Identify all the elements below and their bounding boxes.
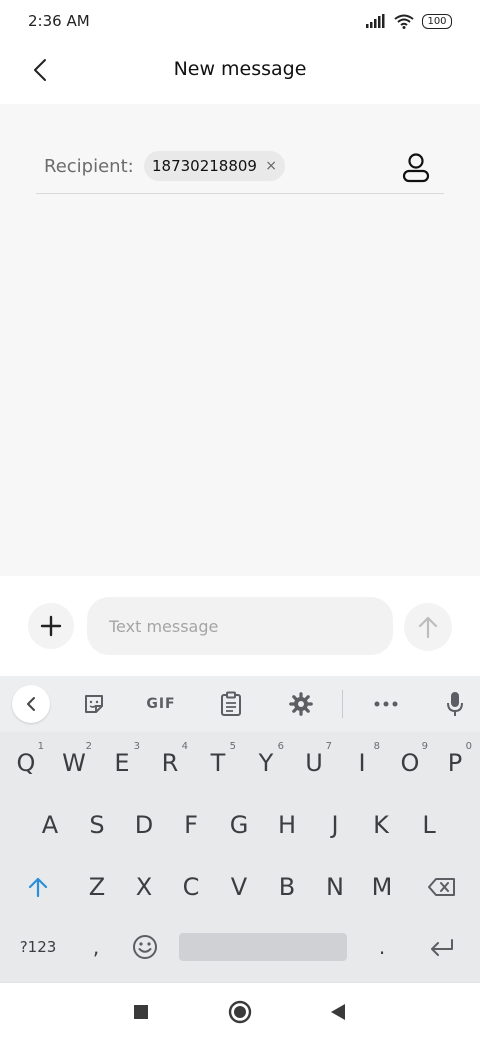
key-q[interactable]: Q1 <box>2 736 50 790</box>
conversation-area: Recipient: 18730218809 × <box>0 104 480 576</box>
app-header: New message <box>0 42 480 104</box>
key-j[interactable]: J <box>311 798 359 852</box>
composer <box>0 576 480 676</box>
emoji-key[interactable] <box>122 920 168 974</box>
remove-recipient-icon[interactable]: × <box>265 156 277 176</box>
space-bar[interactable] <box>179 933 347 961</box>
keyboard-row-2: A S D F G H J K L <box>0 798 480 852</box>
arrow-up-icon <box>418 616 438 639</box>
keyboard-toolbar: GIF <box>0 676 480 732</box>
square-icon <box>134 1005 148 1019</box>
key-l[interactable]: L <box>405 798 453 852</box>
contacts-button[interactable] <box>400 150 432 186</box>
key-m[interactable]: M <box>358 860 406 914</box>
keyboard-row-4: ?123 , . <box>0 920 480 974</box>
key-i[interactable]: I8 <box>338 736 386 790</box>
status-icons: 100 <box>366 12 452 30</box>
key-v[interactable]: V <box>215 860 263 914</box>
gear-icon <box>289 692 313 716</box>
key-x[interactable]: X <box>120 860 168 914</box>
toolbar-divider <box>342 690 343 718</box>
sticker-button[interactable] <box>75 686 113 722</box>
system-back-button[interactable] <box>321 995 355 1029</box>
enter-icon <box>431 939 453 956</box>
recipient-label: Recipient: <box>44 156 134 177</box>
shift-arrow-icon <box>28 877 48 898</box>
clipboard-button[interactable] <box>212 686 250 722</box>
recipient-row[interactable]: Recipient: 18730218809 × <box>36 146 444 194</box>
status-bar: 2:36 AM 100 <box>0 0 480 42</box>
keyboard-row-3: Z X C V B N M <box>0 860 480 914</box>
wifi-icon <box>394 14 414 29</box>
key-u[interactable]: U7 <box>290 736 338 790</box>
signal-icon <box>366 14 385 28</box>
key-a[interactable]: A <box>26 798 74 852</box>
more-horizontal-icon <box>374 701 398 707</box>
home-button[interactable] <box>223 995 257 1029</box>
plus-icon <box>40 615 62 637</box>
keyboard-row-1: Q1 W2 E3 R4 T5 Y6 U7 I8 O9 P0 <box>0 736 480 790</box>
microphone-icon <box>447 692 463 716</box>
battery-level: 100 <box>427 15 447 27</box>
keyboard: GIF Q 1 W 2 E 3 R 4 T 5 Y 6 U 7 I 8 O 9 … <box>0 676 480 982</box>
key-w[interactable]: W2 <box>50 736 98 790</box>
key-s[interactable]: S <box>73 798 121 852</box>
key-r[interactable]: R4 <box>146 736 194 790</box>
sticker-icon <box>85 695 103 713</box>
home-circle-icon <box>228 1000 252 1024</box>
recipient-number: 18730218809 <box>152 157 257 175</box>
comma-key[interactable]: , <box>74 920 118 974</box>
shift-key[interactable] <box>12 860 64 914</box>
key-o[interactable]: O9 <box>386 736 434 790</box>
key-h[interactable]: H <box>263 798 311 852</box>
keyboard-collapse-button[interactable] <box>12 685 50 723</box>
backspace-icon <box>428 878 455 896</box>
battery-icon: 100 <box>422 13 452 29</box>
recipient-chip[interactable]: 18730218809 × <box>144 151 285 181</box>
more-options-button[interactable] <box>367 686 405 722</box>
page-title: New message <box>173 58 307 80</box>
key-y[interactable]: Y6 <box>242 736 290 790</box>
chevron-left-icon <box>27 697 35 711</box>
send-button[interactable] <box>404 603 452 651</box>
key-g[interactable]: G <box>215 798 263 852</box>
keyboard-settings-button[interactable] <box>282 686 320 722</box>
key-n[interactable]: N <box>311 860 359 914</box>
voice-input-button[interactable] <box>436 686 474 722</box>
period-key[interactable]: . <box>360 920 404 974</box>
navigation-bar <box>0 982 480 1040</box>
key-d[interactable]: D <box>120 798 168 852</box>
key-z[interactable]: Z <box>73 860 121 914</box>
key-t[interactable]: T5 <box>194 736 242 790</box>
key-b[interactable]: B <box>263 860 311 914</box>
enter-key[interactable] <box>416 920 468 974</box>
emoji-icon <box>133 935 157 959</box>
clipboard-icon <box>221 691 241 716</box>
status-time: 2:36 AM <box>28 12 90 30</box>
key-c[interactable]: C <box>167 860 215 914</box>
key-p[interactable]: P0 <box>432 736 478 790</box>
triangle-back-icon <box>331 1004 345 1020</box>
backspace-key[interactable] <box>414 860 470 914</box>
message-input[interactable] <box>87 597 393 655</box>
attach-button[interactable] <box>28 603 74 649</box>
recents-button[interactable] <box>124 995 158 1029</box>
key-e[interactable]: E3 <box>98 736 146 790</box>
gif-button[interactable]: GIF <box>142 686 180 722</box>
key-f[interactable]: F <box>167 798 215 852</box>
person-icon <box>402 153 430 183</box>
key-k[interactable]: K <box>357 798 405 852</box>
symbols-key[interactable]: ?123 <box>8 920 68 974</box>
